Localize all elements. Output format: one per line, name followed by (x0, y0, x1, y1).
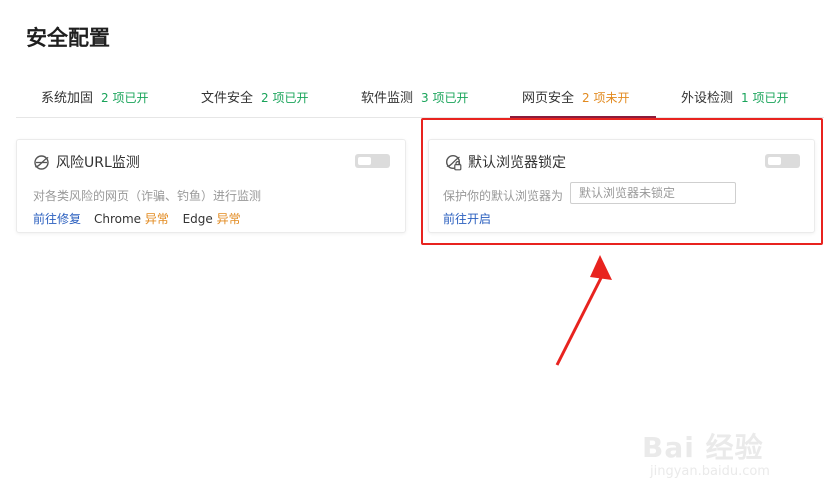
browser-status-row: Chrome 异常 Edge 异常 (94, 210, 241, 227)
tab-label: 软件监测 (361, 91, 414, 106)
tab-count: 1 项已开 (741, 91, 789, 105)
browser-name: Edge (182, 212, 213, 226)
tab-count: 2 项已开 (101, 91, 149, 105)
default-browser-field[interactable]: 默认浏览器未锁定 (570, 182, 736, 204)
tab-label: 网页安全 (522, 91, 575, 106)
url-monitor-card: 风险URL监测 对各类风险的网页（诈骗、钓鱼）进行监测 前往修复 Chrome … (16, 139, 406, 233)
enable-link[interactable]: 前往开启 (443, 210, 491, 227)
annotation-arrow (555, 255, 612, 366)
page-title: 安全配置 (26, 26, 110, 50)
browser-lock-toggle[interactable] (765, 154, 800, 168)
tab-count: 2 项未开 (582, 91, 630, 105)
url-monitor-toggle[interactable] (355, 154, 390, 168)
tab-software-monitor[interactable]: 软件监测 3 项已开 (361, 84, 468, 118)
tab-label: 文件安全 (201, 91, 254, 106)
card-description: 保护你的默认浏览器为 (443, 189, 564, 203)
card-title: 风险URL监测 (56, 155, 140, 171)
baidu-watermark: Bai 经验 jingyan.baidu.com (638, 408, 798, 488)
browser-status: 异常 (144, 212, 169, 226)
tab-count: 2 项已开 (261, 91, 309, 105)
tab-count: 3 项已开 (421, 91, 469, 105)
fix-link[interactable]: 前往修复 (33, 210, 81, 227)
toggle-knob (358, 157, 371, 165)
tab-file-security[interactable]: 文件安全 2 项已开 (201, 84, 308, 118)
tab-label: 外设检测 (681, 91, 734, 106)
globe-icon (33, 154, 50, 171)
tab-bar: 系统加固 2 项已开 文件安全 2 项已开 软件监测 3 项已开 网页安全 2 项未开 … (16, 84, 824, 118)
card-header: 风险URL监测 (33, 152, 140, 172)
tab-peripheral-detection[interactable]: 外设检测 1 项已开 (681, 84, 788, 118)
watermark-url: jingyan.baidu.com (650, 464, 770, 479)
browser-name: Chrome (94, 212, 142, 226)
globe-lock-icon (445, 154, 462, 171)
card-title: 默认浏览器锁定 (468, 155, 566, 171)
browser-status: 异常 (216, 212, 241, 226)
card-description: 对各类风险的网页（诈骗、钓鱼）进行监测 (33, 189, 262, 203)
toggle-knob (768, 157, 781, 165)
tab-label: 系统加固 (41, 91, 94, 106)
tab-system-hardening[interactable]: 系统加固 2 项已开 (41, 84, 148, 118)
card-header: 默认浏览器锁定 (445, 152, 566, 172)
browser-lock-card: 默认浏览器锁定 保护你的默认浏览器为 默认浏览器未锁定 前往开启 (428, 139, 815, 233)
watermark-logo-text: Bai 经验 (642, 431, 764, 464)
tab-web-security[interactable]: 网页安全 2 项未开 (510, 84, 656, 118)
